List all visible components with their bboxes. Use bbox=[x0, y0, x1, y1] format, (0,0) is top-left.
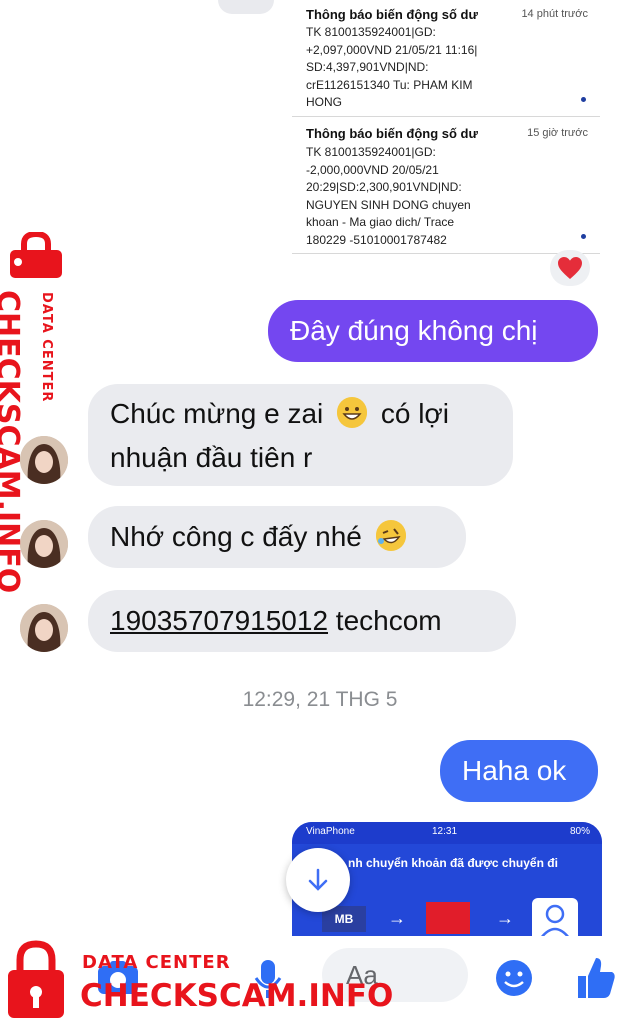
message-text: Nhớ công c đấy nhé bbox=[110, 521, 362, 552]
lock-icon bbox=[8, 940, 64, 1018]
scroll-to-bottom-button[interactable] bbox=[286, 848, 350, 912]
message-text: Haha ok bbox=[462, 755, 567, 786]
incoming-message[interactable]: 19035707915012 techcom bbox=[88, 590, 516, 652]
arrow-down-icon bbox=[308, 868, 328, 891]
watermark-domain: CHECKSCAM.INFO bbox=[0, 290, 25, 594]
unread-dot bbox=[581, 97, 586, 102]
notification-body: TK 8100135924001|GD: -2,000,000VND 20/05… bbox=[306, 145, 471, 247]
account-number-link[interactable]: 19035707915012 bbox=[110, 605, 328, 636]
notification-body: TK 8100135924001|GD: +2,097,000VND 21/05… bbox=[306, 25, 478, 109]
arrow-icon: → bbox=[388, 908, 406, 928]
message-text: Đây đúng không chị bbox=[290, 315, 538, 346]
watermark-bottom: DATA CENTER CHECKSCAM.INFO bbox=[0, 938, 400, 1024]
heart-icon bbox=[558, 257, 582, 279]
notification-title: Thông báo biến động số dư bbox=[306, 7, 478, 22]
message-text: nhuận đầu tiên r bbox=[110, 442, 313, 473]
image-caption: nh chuyển khoản đã được chuyển đi bbox=[348, 856, 558, 870]
lock-icon bbox=[10, 232, 62, 278]
incoming-message[interactable]: Chúc mừng e zai có lợi nhuận đầu tiên r bbox=[88, 384, 513, 486]
watermark-domain: CHECKSCAM.INFO bbox=[80, 978, 394, 1014]
balance-notification: Thông báo biến động số dư 15 giờ trước T… bbox=[292, 117, 600, 253]
watermark-label: DATA CENTER bbox=[82, 952, 231, 973]
previous-image-edge bbox=[218, 0, 274, 14]
watermark-side: CHECKSCAM.INFO DATA CENTER bbox=[0, 232, 70, 593]
smiley-icon bbox=[496, 960, 532, 996]
outgoing-message[interactable]: Đây đúng không chị bbox=[268, 300, 598, 362]
like-button[interactable] bbox=[574, 954, 618, 1000]
notification-title: Thông báo biến động số dư bbox=[306, 126, 478, 141]
carrier-text: VinaPhone bbox=[306, 826, 355, 837]
avatar[interactable] bbox=[20, 604, 68, 652]
notification-time: 15 giờ trước bbox=[527, 127, 588, 139]
emoji-button[interactable] bbox=[494, 958, 534, 998]
divider bbox=[292, 253, 600, 254]
battery-text: 80% bbox=[569, 826, 590, 837]
heart-reaction[interactable] bbox=[550, 250, 590, 286]
grinning-face-icon bbox=[337, 397, 368, 428]
message-text: có lợi bbox=[380, 398, 449, 429]
image-status-bar: VinaPhone 12:31 80% bbox=[292, 822, 602, 844]
balance-notification: Thông báo biến động số dư 14 phút trước … bbox=[292, 0, 600, 112]
thumbs-up-icon bbox=[578, 958, 615, 998]
bank-logo-text: MB bbox=[334, 912, 354, 926]
message-timestamp: 12:29, 21 THG 5 bbox=[242, 688, 398, 711]
incoming-message[interactable]: Nhớ công c đấy nhé bbox=[88, 506, 466, 568]
message-text: Chúc mừng e zai bbox=[110, 398, 324, 429]
unread-dot bbox=[581, 234, 586, 239]
message-text: techcom bbox=[335, 605, 442, 636]
outgoing-message[interactable]: Haha ok bbox=[440, 740, 598, 802]
avatar-photo bbox=[20, 604, 68, 652]
bank-logo bbox=[426, 902, 470, 934]
arrow-icon: → bbox=[496, 908, 514, 928]
rolling-laughing-face-icon bbox=[375, 520, 406, 551]
notification-time: 14 phút trước bbox=[521, 8, 588, 20]
clock-text: 12:31 bbox=[432, 826, 458, 837]
watermark-label: DATA CENTER bbox=[39, 292, 54, 403]
